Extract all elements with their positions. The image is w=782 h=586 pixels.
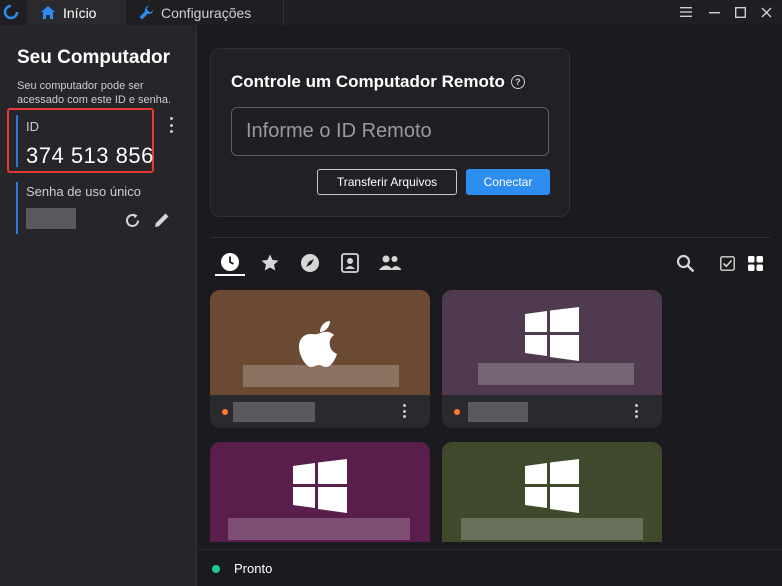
password-label: Senha de uso único [26,184,141,199]
peer-name-redacted [243,365,399,387]
peer-more-icon[interactable] [399,404,409,418]
connect-button[interactable]: Conectar [466,169,550,195]
main-panel: Controle um Computador Remoto ? Transfer… [198,25,782,586]
id-more-icon[interactable] [166,117,176,133]
status-text: Pronto [234,561,273,576]
tab-settings-label: Configurações [161,4,252,21]
menu-icon[interactable] [677,3,695,21]
home-icon [39,5,57,21]
peer-more-icon[interactable] [631,404,641,418]
status-bar: Pronto [198,549,782,586]
peer-status-dot [454,409,460,415]
tab-group[interactable] [375,250,405,276]
transfer-files-button[interactable]: Transferir Arquivos [317,169,457,195]
maximize-icon[interactable] [731,3,749,21]
peer-card[interactable] [442,290,662,428]
address-book-icon [341,253,359,273]
peer-card-preview [442,442,662,542]
peer-card-footer [442,395,662,428]
tab-recent[interactable] [215,250,245,276]
favorites-icon [261,254,279,271]
discovered-icon [301,254,319,272]
peer-status-dot [222,409,228,415]
peer-id-redacted [468,402,528,422]
wrench-icon [137,5,155,21]
title-bar: Início Configurações [0,0,782,25]
peer-card-footer [210,395,430,428]
tab-address-book[interactable] [335,250,365,276]
peer-id-redacted [233,402,315,422]
recent-icon [221,253,239,271]
grid-view-icon[interactable] [745,253,765,273]
tab-home[interactable]: Início [27,0,126,25]
remote-title: Controle um Computador Remoto ? [231,72,525,92]
password-value-redacted [26,208,76,229]
close-icon[interactable] [757,3,775,21]
status-indicator-dot [212,565,220,573]
peer-card[interactable] [210,442,430,542]
remote-title-text: Controle um Computador Remoto [231,72,505,91]
password-accent-bar [16,182,18,234]
id-label: ID [26,119,39,134]
refresh-password-icon[interactable] [122,210,142,230]
help-icon[interactable]: ? [510,75,525,89]
minimize-icon[interactable] [705,3,723,21]
tab-settings[interactable]: Configurações [126,0,284,25]
select-icon[interactable] [717,253,737,273]
rustdesk-logo-icon [3,4,19,20]
tab-favorites[interactable] [255,250,285,276]
remote-id-input[interactable] [231,107,549,156]
id-accent-bar [16,115,18,167]
section-divider [210,237,770,238]
sidebar-title: Seu Computador [17,47,171,68]
peer-card-preview [442,290,662,395]
peer-card[interactable] [442,442,662,542]
peer-card[interactable] [210,290,430,428]
sidebar-description: Seu computador pode ser acessado com est… [17,80,172,106]
peer-name-redacted [228,518,410,540]
search-icon[interactable] [673,251,697,275]
peer-card-preview [210,290,430,395]
tab-home-label: Início [63,4,97,21]
peer-card-preview [210,442,430,542]
peer-name-redacted [461,518,643,540]
remote-control-card: Controle um Computador Remoto ? Transfer… [210,48,570,217]
id-value[interactable]: 374 513 856 [26,143,154,169]
windows-icon [525,307,579,361]
windows-icon [525,459,579,513]
windows-icon [293,459,347,513]
group-icon [379,255,401,270]
peer-name-redacted [478,363,634,385]
edit-password-icon[interactable] [151,209,173,231]
sidebar: Seu Computador Seu computador pode ser a… [0,25,197,586]
apple-icon [299,321,337,367]
tab-discovered[interactable] [295,250,325,276]
